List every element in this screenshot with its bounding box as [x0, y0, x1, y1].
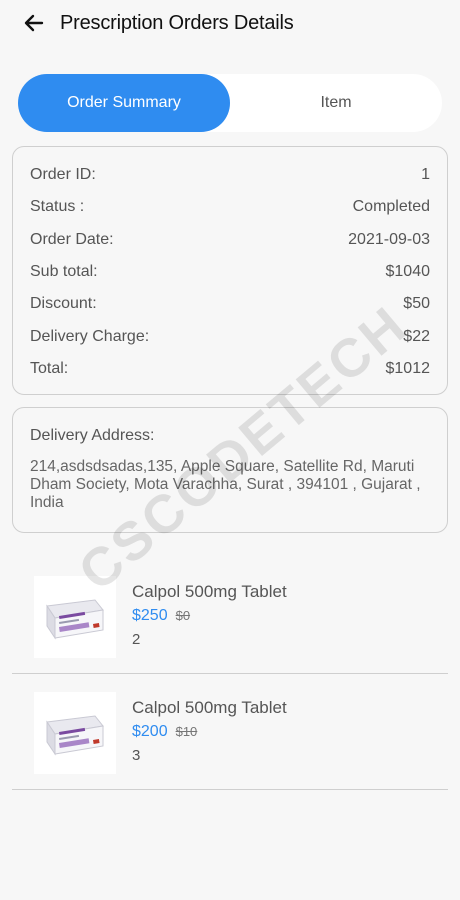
product-image [34, 692, 116, 774]
product-old-price: $10 [175, 724, 198, 739]
summary-row-order-id: Order ID: 1 [30, 159, 430, 191]
summary-label: Order ID: [30, 166, 96, 184]
summary-value: $22 [403, 327, 430, 345]
summary-label: Order Date: [30, 230, 114, 248]
summary-value: Completed [352, 198, 430, 216]
summary-value: 2021-09-03 [348, 230, 430, 248]
price-group: $250 $0 [132, 607, 190, 625]
product-quantity: 2 [132, 631, 141, 648]
price-group: $200 $10 [132, 723, 197, 741]
product-price: $200 [132, 723, 168, 740]
product-quantity: 3 [132, 747, 141, 764]
product-old-price: $0 [175, 608, 191, 623]
summary-value: $1012 [385, 359, 431, 377]
product-price: $250 [132, 607, 168, 624]
summary-row-order-date: Order Date: 2021-09-03 [30, 224, 430, 256]
address-label: Delivery Address: [30, 427, 155, 444]
summary-row-discount: Discount: $50 [30, 288, 430, 320]
tab-item[interactable]: Item [230, 74, 442, 132]
summary-row-total: Total: $1012 [30, 353, 430, 385]
product-image [34, 576, 116, 658]
tab-bar: Order Summary Item [18, 74, 442, 132]
summary-value: $1040 [385, 263, 431, 281]
summary-label: Discount: [30, 295, 97, 313]
delivery-address-card: Delivery Address: 214,asdsdsadas,135, Ap… [12, 407, 448, 533]
arrow-left-icon [24, 14, 44, 32]
summary-value: $50 [403, 295, 430, 313]
summary-row-delivery-charge: Delivery Charge: $22 [30, 320, 430, 352]
back-button[interactable] [20, 9, 48, 37]
list-item[interactable]: Calpol 500mg Tablet $250 $0 2 [12, 558, 448, 674]
summary-label: Delivery Charge: [30, 327, 150, 345]
tab-order-summary[interactable]: Order Summary [18, 74, 230, 132]
list-item[interactable]: Calpol 500mg Tablet $200 $10 3 [12, 674, 448, 790]
product-name: Calpol 500mg Tablet [132, 582, 287, 601]
order-summary-card: Order ID: 1 Status : Completed Order Dat… [12, 146, 448, 395]
summary-row-status: Status : Completed [30, 191, 430, 223]
summary-row-sub-total: Sub total: $1040 [30, 256, 430, 288]
summary-label: Status : [30, 198, 85, 216]
summary-value: 1 [421, 166, 430, 184]
address-text: 214,asdsdsadas,135, Apple Square, Satell… [30, 458, 421, 511]
medicine-box-icon [46, 715, 104, 756]
product-name: Calpol 500mg Tablet [132, 698, 287, 717]
summary-label: Sub total: [30, 263, 98, 281]
header: Prescription Orders Details [0, 0, 460, 46]
medicine-box-icon [46, 599, 104, 640]
summary-label: Total: [30, 359, 69, 377]
page-title: Prescription Orders Details [60, 12, 294, 34]
